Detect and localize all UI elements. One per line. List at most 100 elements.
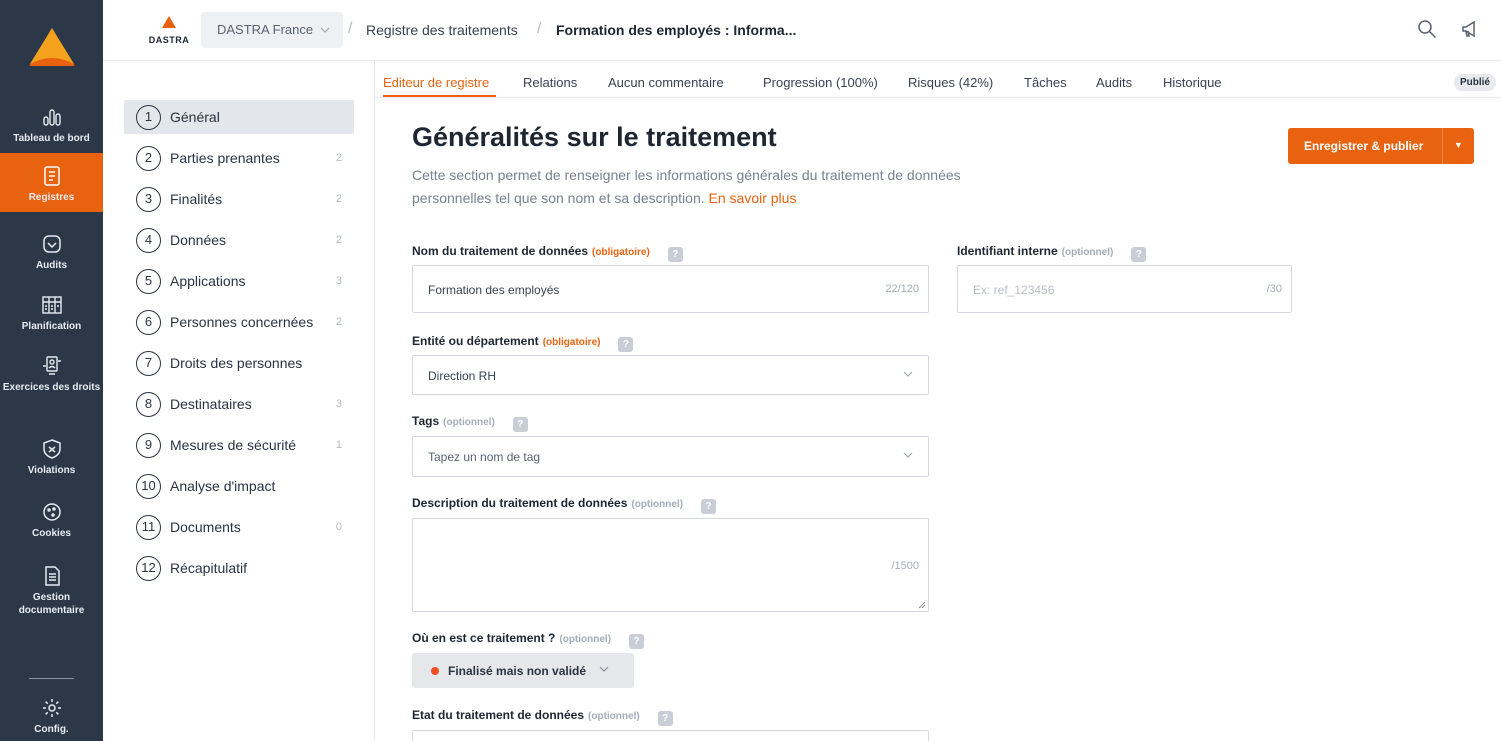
rail-item-config[interactable]: Config. — [0, 697, 103, 736]
rail-item-planification[interactable]: Planification — [0, 294, 103, 333]
bar-chart-icon — [42, 109, 61, 126]
brand-name: DASTRA — [148, 35, 190, 45]
help-icon[interactable]: ? — [512, 417, 528, 432]
state-select[interactable] — [412, 730, 929, 741]
field-label-text: Entité ou département — [412, 334, 539, 348]
search-icon[interactable] — [1416, 18, 1438, 40]
tags-select[interactable]: Tapez un nom de tag — [412, 436, 929, 477]
help-icon[interactable]: ? — [1131, 247, 1147, 262]
breadcrumb-separator: / — [537, 20, 542, 37]
rail-label: Planification — [21, 321, 82, 332]
rail-item-documents[interactable]: Gestion documentaire — [0, 565, 103, 617]
step-count: 2 — [335, 234, 342, 246]
register-icon — [43, 166, 60, 186]
step-number: 5 — [136, 269, 161, 294]
cookie-icon — [42, 503, 61, 521]
help-icon[interactable]: ? — [618, 337, 634, 352]
step-applications[interactable]: 5 Applications 3 — [124, 264, 354, 298]
step-number: 3 — [136, 187, 161, 212]
chevron-down-icon — [903, 452, 913, 458]
tags-placeholder: Tapez un nom de tag — [428, 450, 541, 464]
brand-logo-icon — [162, 16, 176, 28]
step-count: 2 — [335, 193, 342, 205]
breadcrumb-registre[interactable]: Registre des traitements — [366, 22, 518, 38]
step-label: Finalités — [170, 191, 223, 207]
tab-taches[interactable]: Tâches — [1024, 75, 1067, 90]
step-label: Personnes concernées — [170, 314, 314, 330]
entity-select[interactable]: Direction RH — [412, 355, 929, 395]
optional-tag: (optionnel) — [559, 634, 612, 645]
org-select[interactable]: DASTRA France — [201, 12, 343, 48]
tab-historique[interactable]: Historique — [1163, 75, 1222, 90]
step-mesures-securite[interactable]: 9 Mesures de sécurité 1 — [124, 428, 354, 462]
help-icon[interactable]: ? — [629, 634, 645, 649]
step-number: 6 — [136, 310, 161, 335]
step-number: 1 — [136, 105, 161, 130]
megaphone-icon[interactable] — [1459, 18, 1481, 40]
learn-more-link[interactable]: En savoir plus — [709, 190, 797, 206]
person-id-icon — [42, 356, 61, 375]
tab-risques[interactable]: Risques (42%) — [908, 75, 993, 90]
step-count: 3 — [335, 398, 342, 410]
step-number: 11 — [136, 515, 161, 540]
gear-icon — [42, 699, 61, 717]
help-icon[interactable]: ? — [657, 711, 673, 726]
save-publish-label: Enregistrer & publier — [1304, 139, 1424, 153]
tab-commentaires[interactable]: Aucun commentaire — [608, 75, 724, 90]
step-label: Applications — [170, 273, 246, 289]
editor-tabs: Editeur de registre Relations Aucun comm… — [375, 61, 1501, 98]
rail-item-exercices[interactable]: Exercices des droits — [0, 355, 103, 394]
resize-handle-icon[interactable] — [918, 601, 926, 609]
tab-relations[interactable]: Relations — [523, 75, 577, 90]
rail-item-dashboard[interactable]: Tableau de bord — [0, 106, 103, 145]
tab-editeur[interactable]: Editeur de registre — [383, 75, 489, 90]
optional-tag: (optionnel) — [1061, 247, 1114, 258]
rail-item-registres[interactable]: Registres — [0, 153, 103, 212]
step-documents[interactable]: 11 Documents 0 — [124, 510, 354, 544]
help-icon[interactable]: ? — [667, 247, 683, 262]
name-field[interactable]: Formation des employés 22/120 — [412, 265, 929, 313]
required-tag: (obligatoire) — [592, 247, 650, 258]
rail-label: Registres — [28, 192, 75, 203]
rail-label: Tableau de bord — [13, 133, 90, 144]
dastra-logo[interactable] — [28, 26, 76, 68]
step-donnees[interactable]: 4 Données 2 — [124, 223, 354, 257]
save-publish-button[interactable]: Enregistrer & publier ▼ — [1288, 128, 1474, 164]
step-number: 7 — [136, 351, 161, 376]
entity-select-value: Direction RH — [428, 369, 497, 383]
field-label-text: Tags — [412, 414, 440, 428]
help-icon[interactable]: ? — [701, 499, 717, 514]
description-textarea[interactable]: /1500 — [412, 518, 929, 612]
step-finalites[interactable]: 3 Finalités 2 — [124, 182, 354, 216]
step-destinataires[interactable]: 8 Destinataires 3 — [124, 387, 354, 421]
rail-label: Violations — [27, 465, 76, 476]
name-field-value: Formation des employés — [428, 283, 560, 297]
step-analyse-impact[interactable]: 10 Analyse d'impact — [124, 469, 354, 503]
step-droits-personnes[interactable]: 7 Droits des personnes — [124, 346, 354, 380]
field-label-text: Nom du traitement de données — [412, 244, 589, 258]
step-label: Parties prenantes — [170, 150, 280, 166]
status-dot — [431, 667, 439, 675]
shield-check-icon — [42, 235, 61, 253]
tab-audits[interactable]: Audits — [1096, 75, 1132, 90]
field-label-state: Etat du traitement de données (optionnel)… — [412, 708, 673, 726]
breadcrumb-separator: / — [348, 20, 353, 37]
tab-progression[interactable]: Progression (100%) — [763, 75, 878, 90]
brand-logo[interactable]: DASTRA — [147, 15, 191, 45]
step-personnes-concernees[interactable]: 6 Personnes concernées 2 — [124, 305, 354, 339]
status-badge: Publié — [1453, 74, 1496, 91]
step-label: Droits des personnes — [170, 355, 303, 371]
step-number: 2 — [136, 146, 161, 171]
rail-item-cookies[interactable]: Cookies — [0, 501, 103, 540]
left-rail: Tableau de bord Registres Audits Planifi… — [0, 0, 103, 741]
internal-id-field[interactable]: Ex: ref_123456 /30 — [957, 265, 1292, 313]
step-label: Analyse d'impact — [170, 478, 276, 494]
rail-item-audits[interactable]: Audits — [0, 233, 103, 272]
step-general[interactable]: 1 Général — [124, 100, 354, 134]
step-parties-prenantes[interactable]: 2 Parties prenantes 2 — [124, 141, 354, 175]
step-recapitulatif[interactable]: 12 Récapitulatif — [124, 551, 354, 585]
field-label-text: Où en est ce traitement ? — [412, 631, 556, 645]
status-dropdown[interactable]: Finalisé mais non validé — [412, 653, 634, 688]
caret-down-icon[interactable]: ▼ — [1442, 128, 1474, 164]
rail-item-violations[interactable]: Violations — [0, 438, 103, 477]
